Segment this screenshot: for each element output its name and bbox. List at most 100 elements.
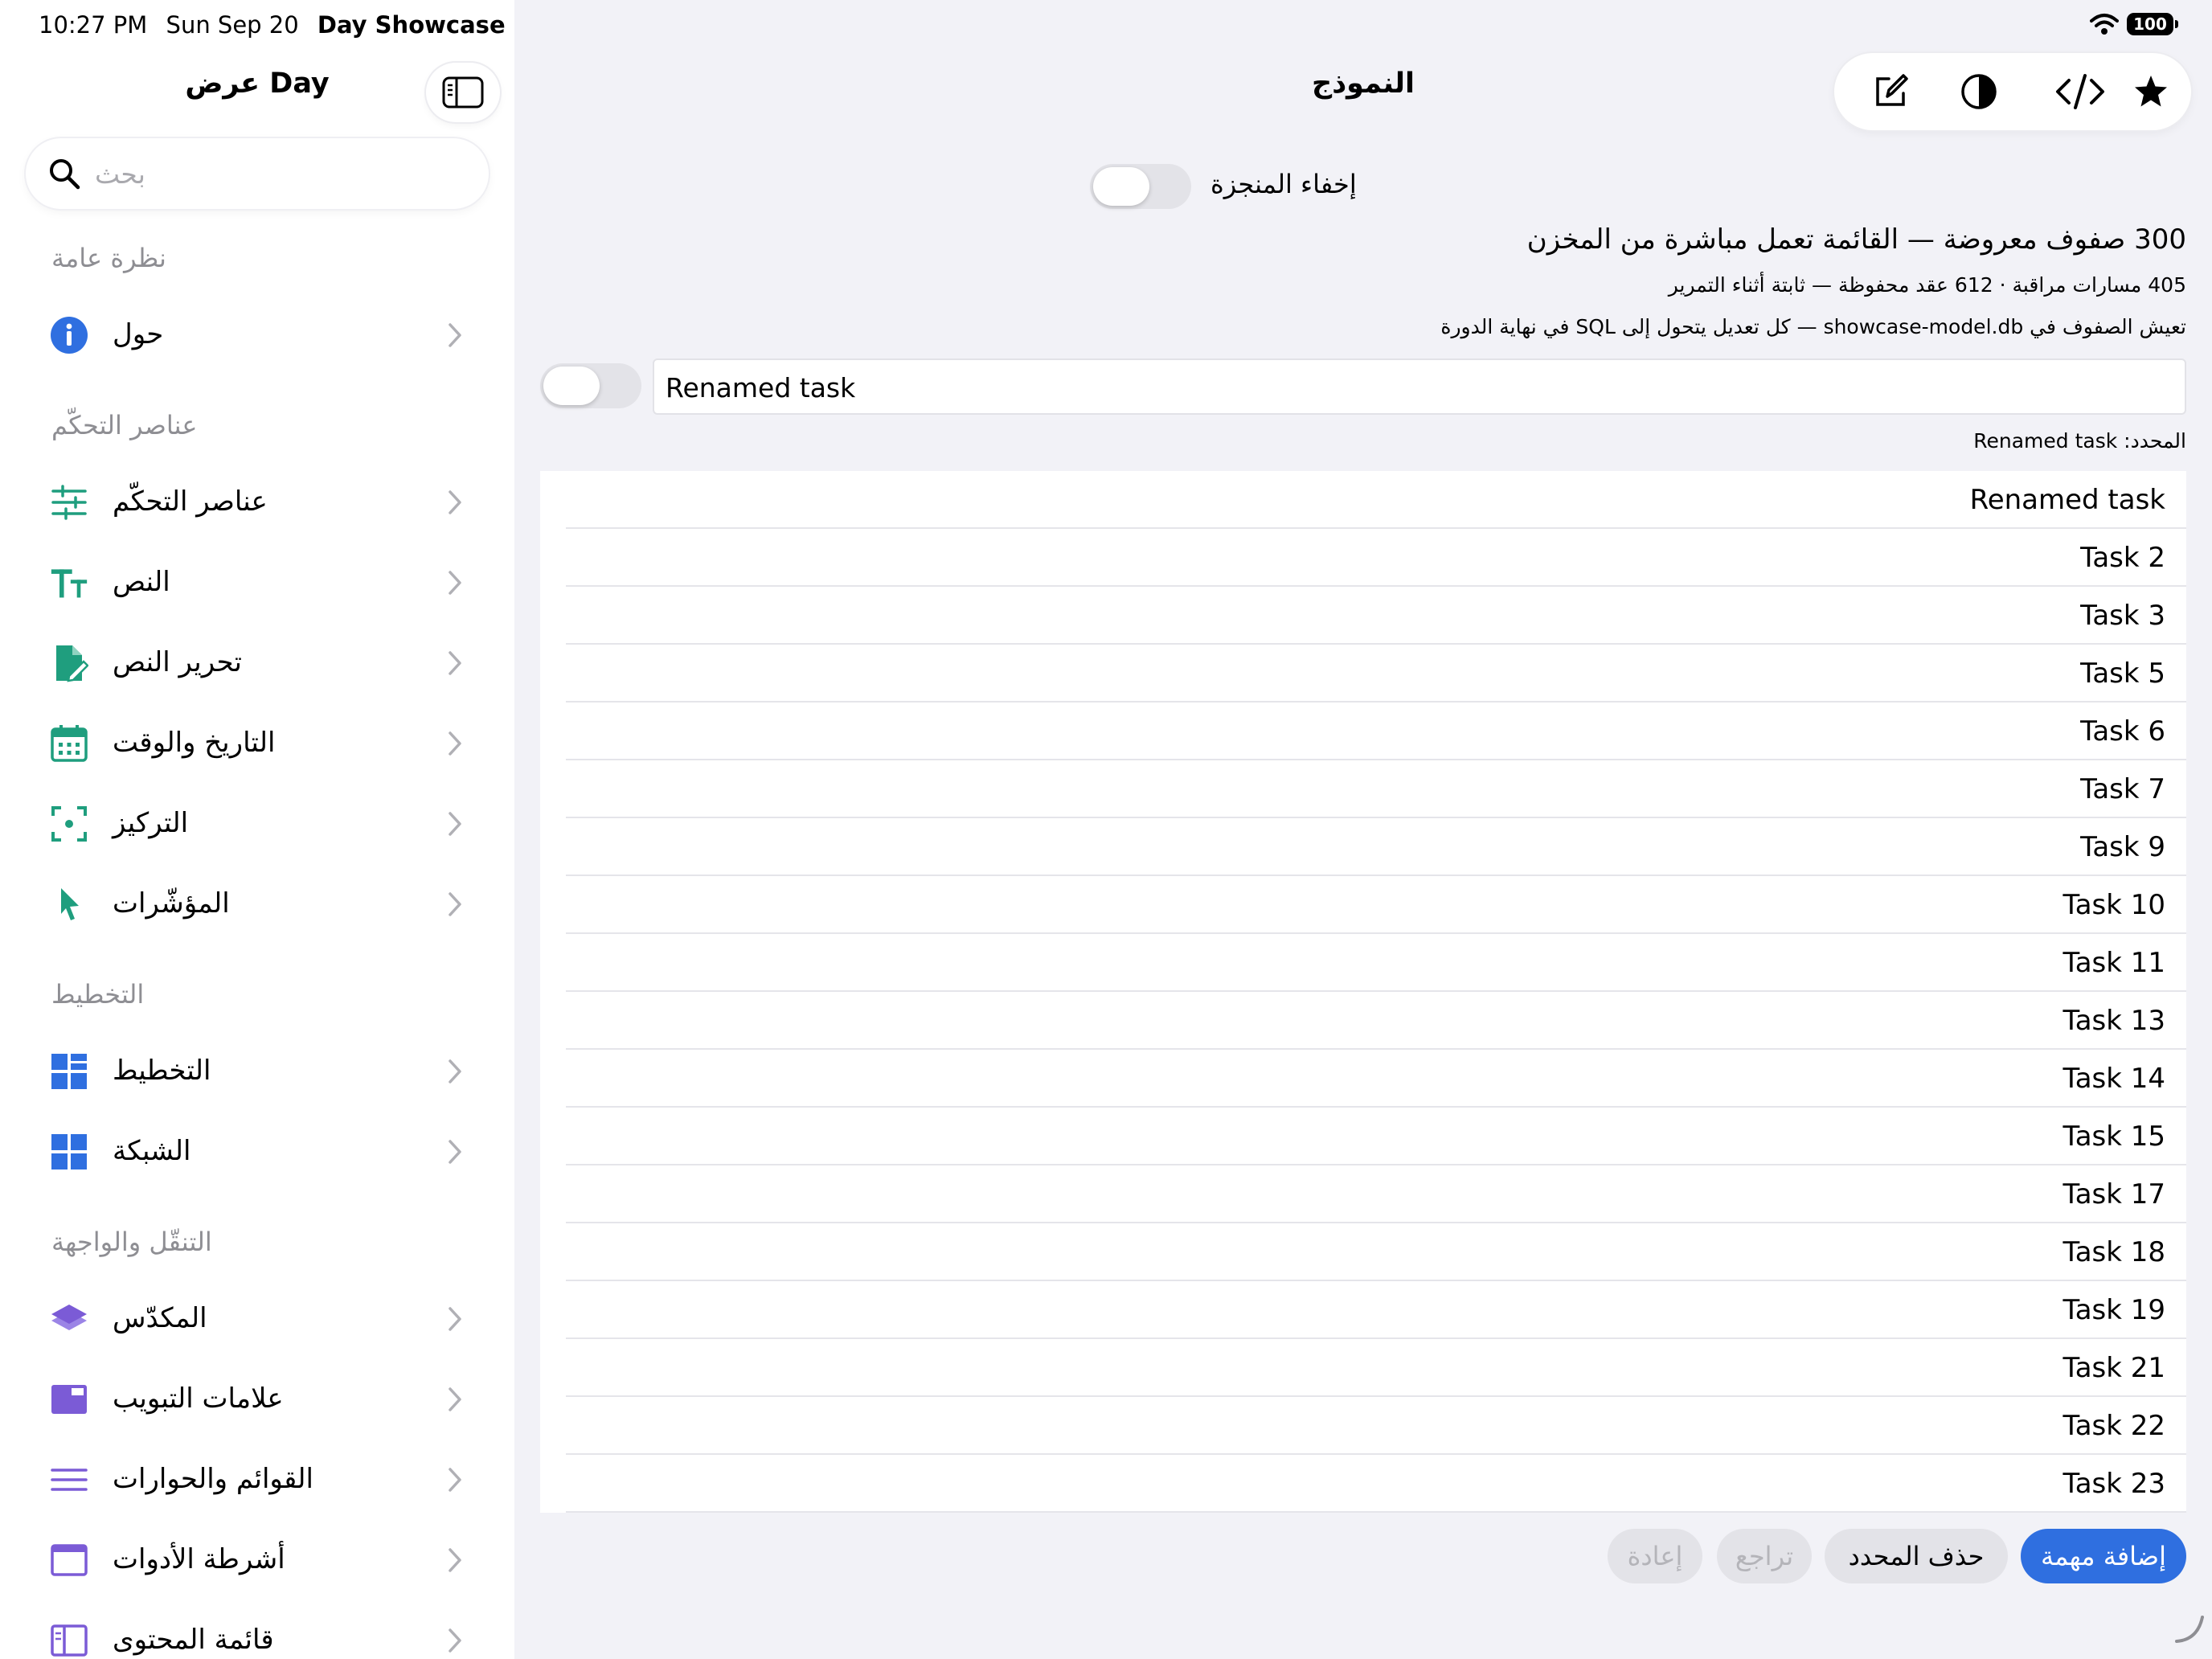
task-title: Task 19 <box>2062 1294 2165 1326</box>
undo-button[interactable]: تراجع <box>1717 1529 1812 1583</box>
task-title-field[interactable] <box>653 358 2186 415</box>
sidebar-item-controls[interactable]: عناصر التحكّم <box>26 466 489 539</box>
text-size-icon <box>50 563 88 602</box>
storage-note: تعيش الصفوف في showcase-model.db — كل تع… <box>1440 315 2186 338</box>
task-row[interactable]: Task 5 <box>540 645 2186 703</box>
sidebar-item-label: حول <box>113 318 164 350</box>
search-icon <box>50 159 80 190</box>
sidebar-item-label: أشرطة الأدوات <box>113 1543 285 1575</box>
sidebar-item-toolbars[interactable]: أشرطة الأدوات <box>26 1524 489 1596</box>
favorite-button[interactable] <box>2130 71 2172 113</box>
task-title: Task 7 <box>2080 773 2165 805</box>
sidebar-search[interactable] <box>26 138 489 209</box>
sidebar-item-layout[interactable]: التخطيط <box>26 1035 489 1108</box>
observation-stats: 405 مسارات مراقبة · 612 عقد محفوظة — ثاب… <box>1668 273 2186 297</box>
sidebar-item-text-editing[interactable]: تحرير النص <box>26 627 489 699</box>
task-title: Task 3 <box>2080 600 2165 632</box>
sidebar-item-label: المكدّس <box>113 1302 207 1334</box>
toggle-knob <box>543 367 600 405</box>
sidebar-item-label: القوائم والحوارات <box>113 1463 313 1495</box>
task-row[interactable]: Task 3 <box>540 587 2186 645</box>
sidebar-item-label: المؤشّرات <box>113 887 230 920</box>
stack-icon <box>50 1300 88 1338</box>
chevron-right-icon <box>449 731 461 756</box>
sidebar-item-text[interactable]: النص <box>26 547 489 619</box>
sidebar-item-pointers[interactable]: المؤشّرات <box>26 868 489 940</box>
task-row[interactable]: Task 15 <box>540 1108 2186 1165</box>
task-row[interactable]: Task 13 <box>540 992 2186 1050</box>
sidebar-item-menus-dialogs[interactable]: القوائم والحوارات <box>26 1444 489 1516</box>
section-layout: التخطيط <box>51 979 145 1010</box>
task-title: Task 17 <box>2062 1178 2165 1210</box>
task-title: Task 9 <box>2080 831 2165 863</box>
sidebar-item-label: الشبكة <box>113 1135 191 1167</box>
chevron-right-icon <box>449 1059 461 1083</box>
chevron-right-icon <box>449 1548 461 1572</box>
task-row[interactable]: Task 18 <box>540 1223 2186 1281</box>
sidebar-item-date-time[interactable]: التاريخ والوقت <box>26 707 489 780</box>
sidebar-item-tabs[interactable]: علامات التبويب <box>26 1363 489 1436</box>
star-icon <box>2135 76 2167 107</box>
compose-icon <box>1876 74 1908 106</box>
task-row[interactable]: Task 21 <box>540 1339 2186 1397</box>
chevron-right-icon <box>449 571 461 595</box>
task-title: Task 21 <box>2062 1352 2165 1384</box>
delete-selected-button[interactable]: حذف المحدد <box>1825 1529 2008 1583</box>
sidebar-item-label: تحرير النص <box>113 646 242 678</box>
section-overview: نظرة عامة <box>51 243 166 273</box>
sidebar-item-about[interactable]: حول <box>26 299 489 371</box>
sidebar: 10:27 PM Sun Sep 20 Day Showcase عرض Day… <box>0 0 514 1659</box>
task-row[interactable]: Task 19 <box>540 1281 2186 1339</box>
add-task-button[interactable]: إضافة مهمة <box>2021 1529 2186 1583</box>
document-edit-icon <box>50 644 88 682</box>
selected-task-label: المحدد: Renamed task <box>1973 429 2186 453</box>
sidebar-toggle-icon <box>442 76 484 109</box>
pointer-icon <box>50 885 88 924</box>
task-row[interactable]: Task 7 <box>540 760 2186 818</box>
sidebar-list-icon <box>50 1621 88 1659</box>
toggle-sidebar-button[interactable] <box>426 63 500 122</box>
task-row[interactable]: Task 6 <box>540 703 2186 760</box>
task-row[interactable]: Task 10 <box>540 876 2186 934</box>
sidebar-item-focus[interactable]: التركيز <box>26 788 489 860</box>
hide-completed-toggle[interactable] <box>1090 164 1191 209</box>
task-row[interactable]: Task 2 <box>540 529 2186 587</box>
task-row[interactable]: Task 22 <box>540 1397 2186 1455</box>
task-row[interactable]: Task 23 <box>540 1455 2186 1513</box>
sidebar-item-label: قائمة المحتوى <box>113 1624 274 1656</box>
task-title: Task 22 <box>2062 1410 2165 1442</box>
chevron-right-icon <box>449 1628 461 1653</box>
section-controls: عناصر التحكّم <box>51 410 198 440</box>
sidebar-item-content-list[interactable]: قائمة المحتوى <box>26 1604 489 1659</box>
status-indicators: 100 <box>2090 13 2178 35</box>
chevron-right-icon <box>449 1140 461 1164</box>
task-title-input[interactable] <box>666 367 2161 408</box>
rows-summary: 300 صفوف معروضة — القائمة تعمل مباشرة من… <box>1526 223 2186 256</box>
task-done-toggle[interactable] <box>540 363 641 408</box>
task-title: Task 11 <box>2062 947 2165 979</box>
grid-icon <box>50 1133 88 1171</box>
redo-button[interactable]: إعادة <box>1608 1529 1702 1583</box>
chevron-right-icon <box>449 1387 461 1411</box>
search-input[interactable] <box>95 150 465 198</box>
task-row[interactable]: Task 9 <box>540 818 2186 876</box>
resize-handle-icon[interactable] <box>2173 1612 2206 1645</box>
sidebar-item-grid[interactable]: الشبكة <box>26 1116 489 1188</box>
task-row[interactable]: Task 11 <box>540 934 2186 992</box>
chevron-right-icon <box>449 651 461 675</box>
contrast-button[interactable] <box>1958 71 2000 113</box>
status-app-name: Day Showcase <box>317 11 506 39</box>
sidebar-item-stack[interactable]: المكدّس <box>26 1283 489 1355</box>
task-row[interactable]: Renamed task <box>540 471 2186 529</box>
code-button[interactable] <box>2053 71 2108 113</box>
compose-button[interactable] <box>1870 71 1911 113</box>
task-row[interactable]: Task 14 <box>540 1050 2186 1108</box>
task-title: Renamed task <box>1969 484 2165 516</box>
menu-lines-icon <box>50 1460 88 1499</box>
sidebar-item-label: التاريخ والوقت <box>113 727 276 759</box>
chevron-right-icon <box>449 1307 461 1331</box>
hide-completed-label: إخفاء المنجزة <box>1210 169 1357 199</box>
task-row[interactable]: Task 17 <box>540 1165 2186 1223</box>
sidebar-item-label: التخطيط <box>113 1055 211 1087</box>
task-list: Renamed task Task 2 Task 3 Task 5 Task 6 Task… <box>540 471 2186 1513</box>
